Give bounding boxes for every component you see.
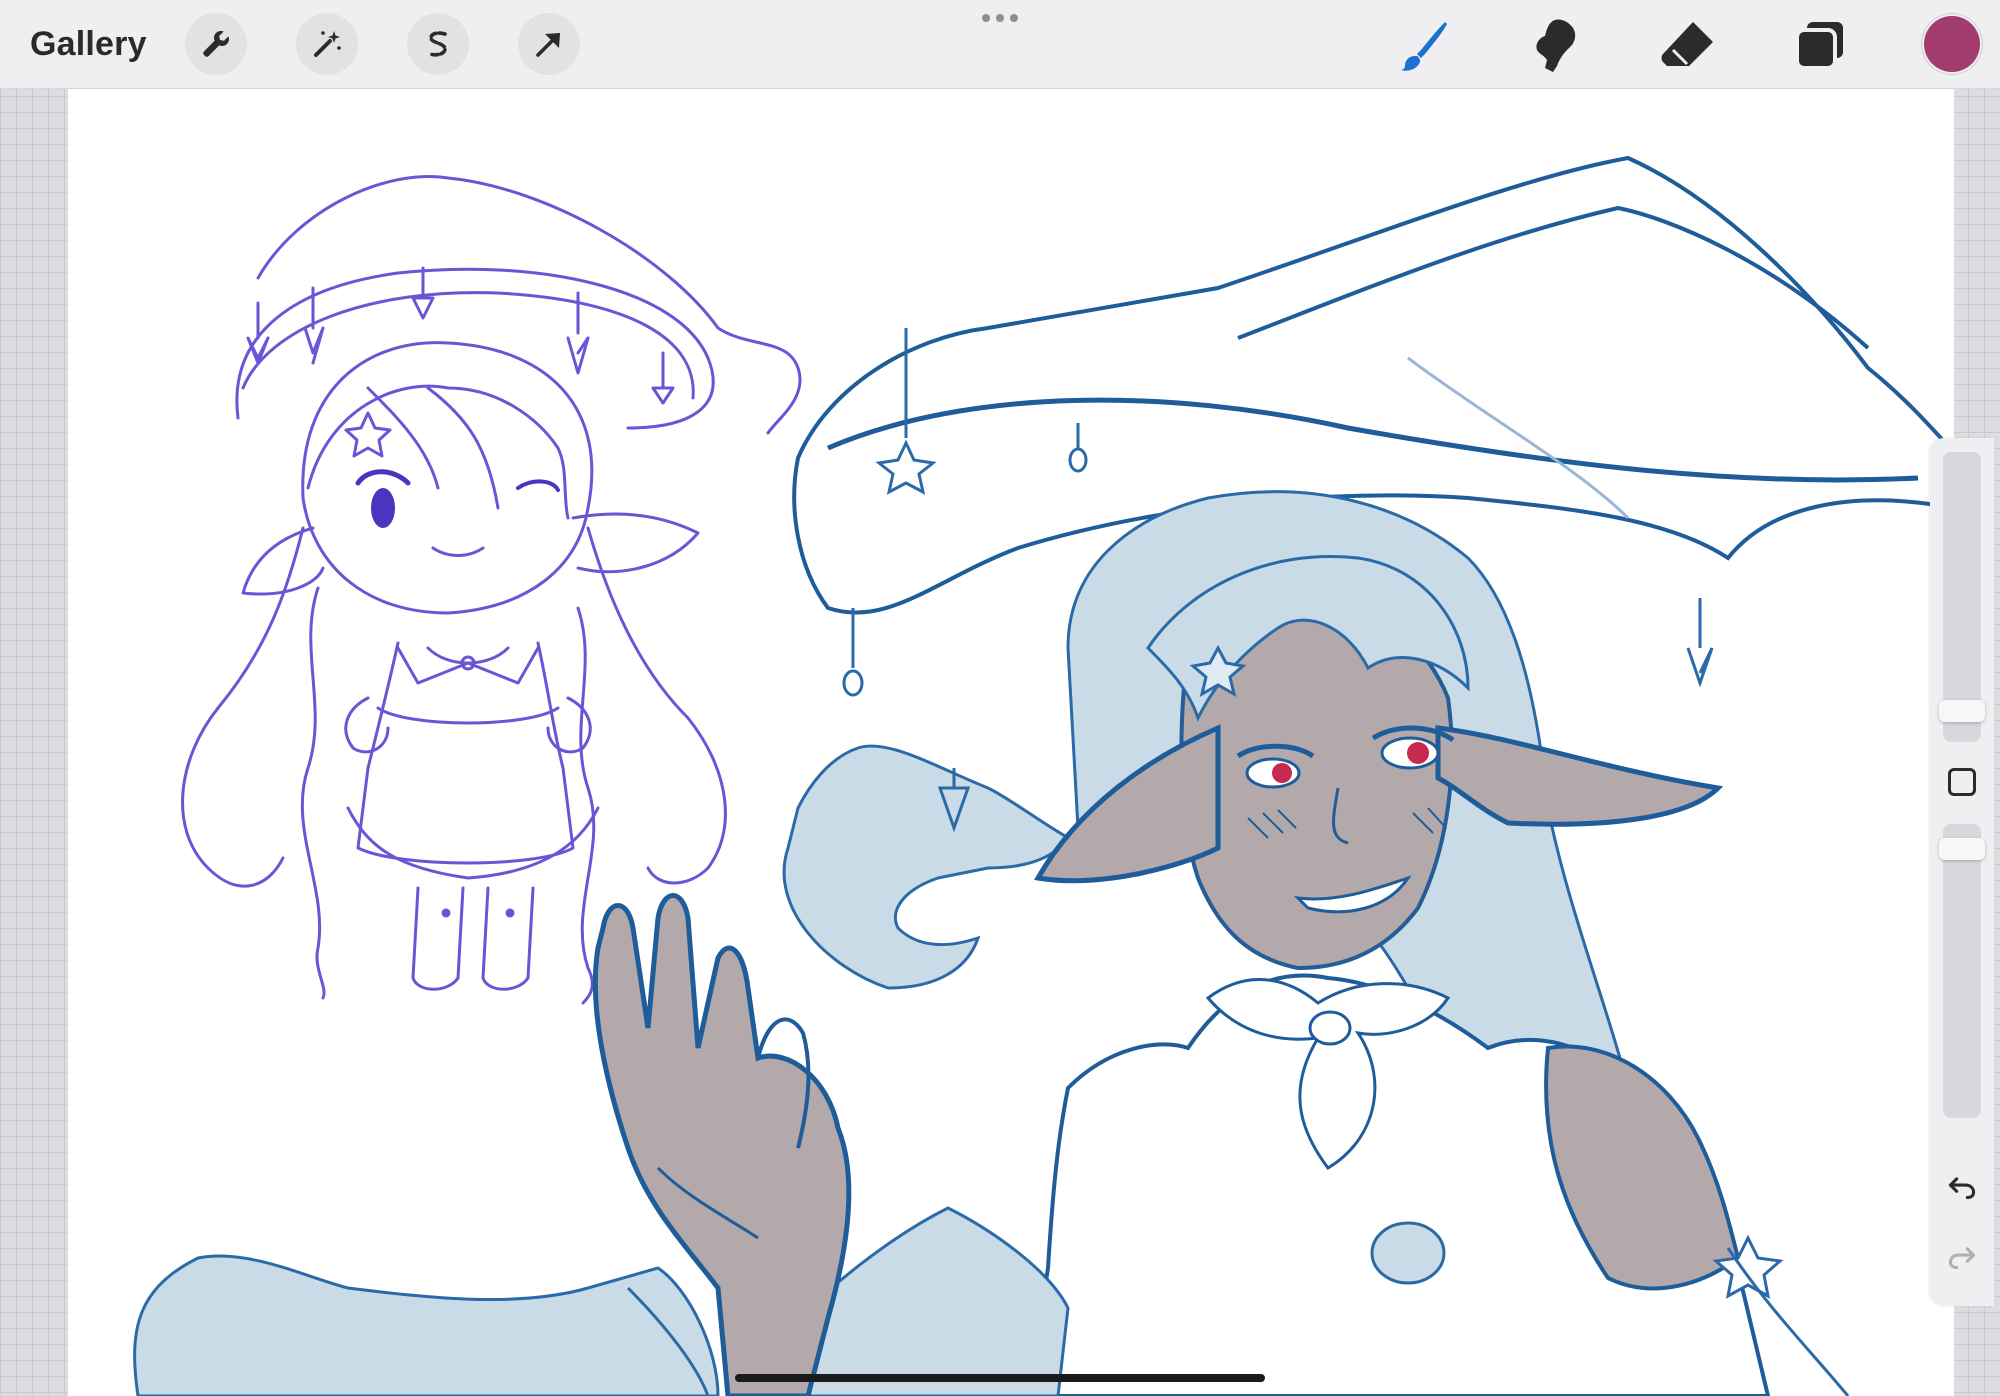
eraser-tool-button[interactable] [1659, 16, 1717, 74]
opacity-thumb[interactable] [1939, 838, 1985, 860]
smudge-tool-button[interactable] [1527, 16, 1585, 74]
modify-button[interactable] [1948, 768, 1976, 796]
brush-tool-button[interactable] [1395, 16, 1453, 74]
brush-size-slider[interactable] [1939, 452, 1985, 742]
smudge-finger-icon [1536, 19, 1576, 72]
opacity-slider[interactable] [1939, 824, 1985, 1118]
selection-s-icon [428, 31, 447, 57]
artwork [133, 155, 1954, 1396]
undo-button[interactable] [1944, 1168, 1980, 1204]
eraser-icon [1661, 22, 1713, 66]
layers-icon [1795, 22, 1843, 70]
transform-button[interactable] [518, 13, 580, 75]
arrow-cursor-icon [536, 33, 560, 57]
top-toolbar: Gallery [0, 0, 2000, 89]
actions-button[interactable] [185, 13, 247, 75]
side-toolbar [1930, 438, 1994, 1306]
chibi-witch-sketch [181, 175, 802, 1005]
adjustments-button[interactable] [296, 13, 358, 75]
redo-icon [1948, 1247, 1976, 1270]
magic-wand-icon [314, 31, 341, 57]
selection-button[interactable] [407, 13, 469, 75]
home-indicator[interactable] [735, 1374, 1265, 1382]
brush-icon [1401, 22, 1447, 71]
brush-size-thumb[interactable] [1939, 700, 1985, 722]
wrench-icon [203, 31, 229, 57]
gallery-button[interactable]: Gallery [30, 22, 147, 66]
drawing-canvas[interactable] [68, 88, 1954, 1396]
redo-button[interactable] [1944, 1238, 1980, 1274]
toolbar-grabber[interactable] [982, 14, 1018, 24]
undo-icon [1948, 1177, 1976, 1200]
color-picker-button[interactable] [1924, 16, 1980, 72]
layers-button[interactable] [1791, 16, 1849, 74]
